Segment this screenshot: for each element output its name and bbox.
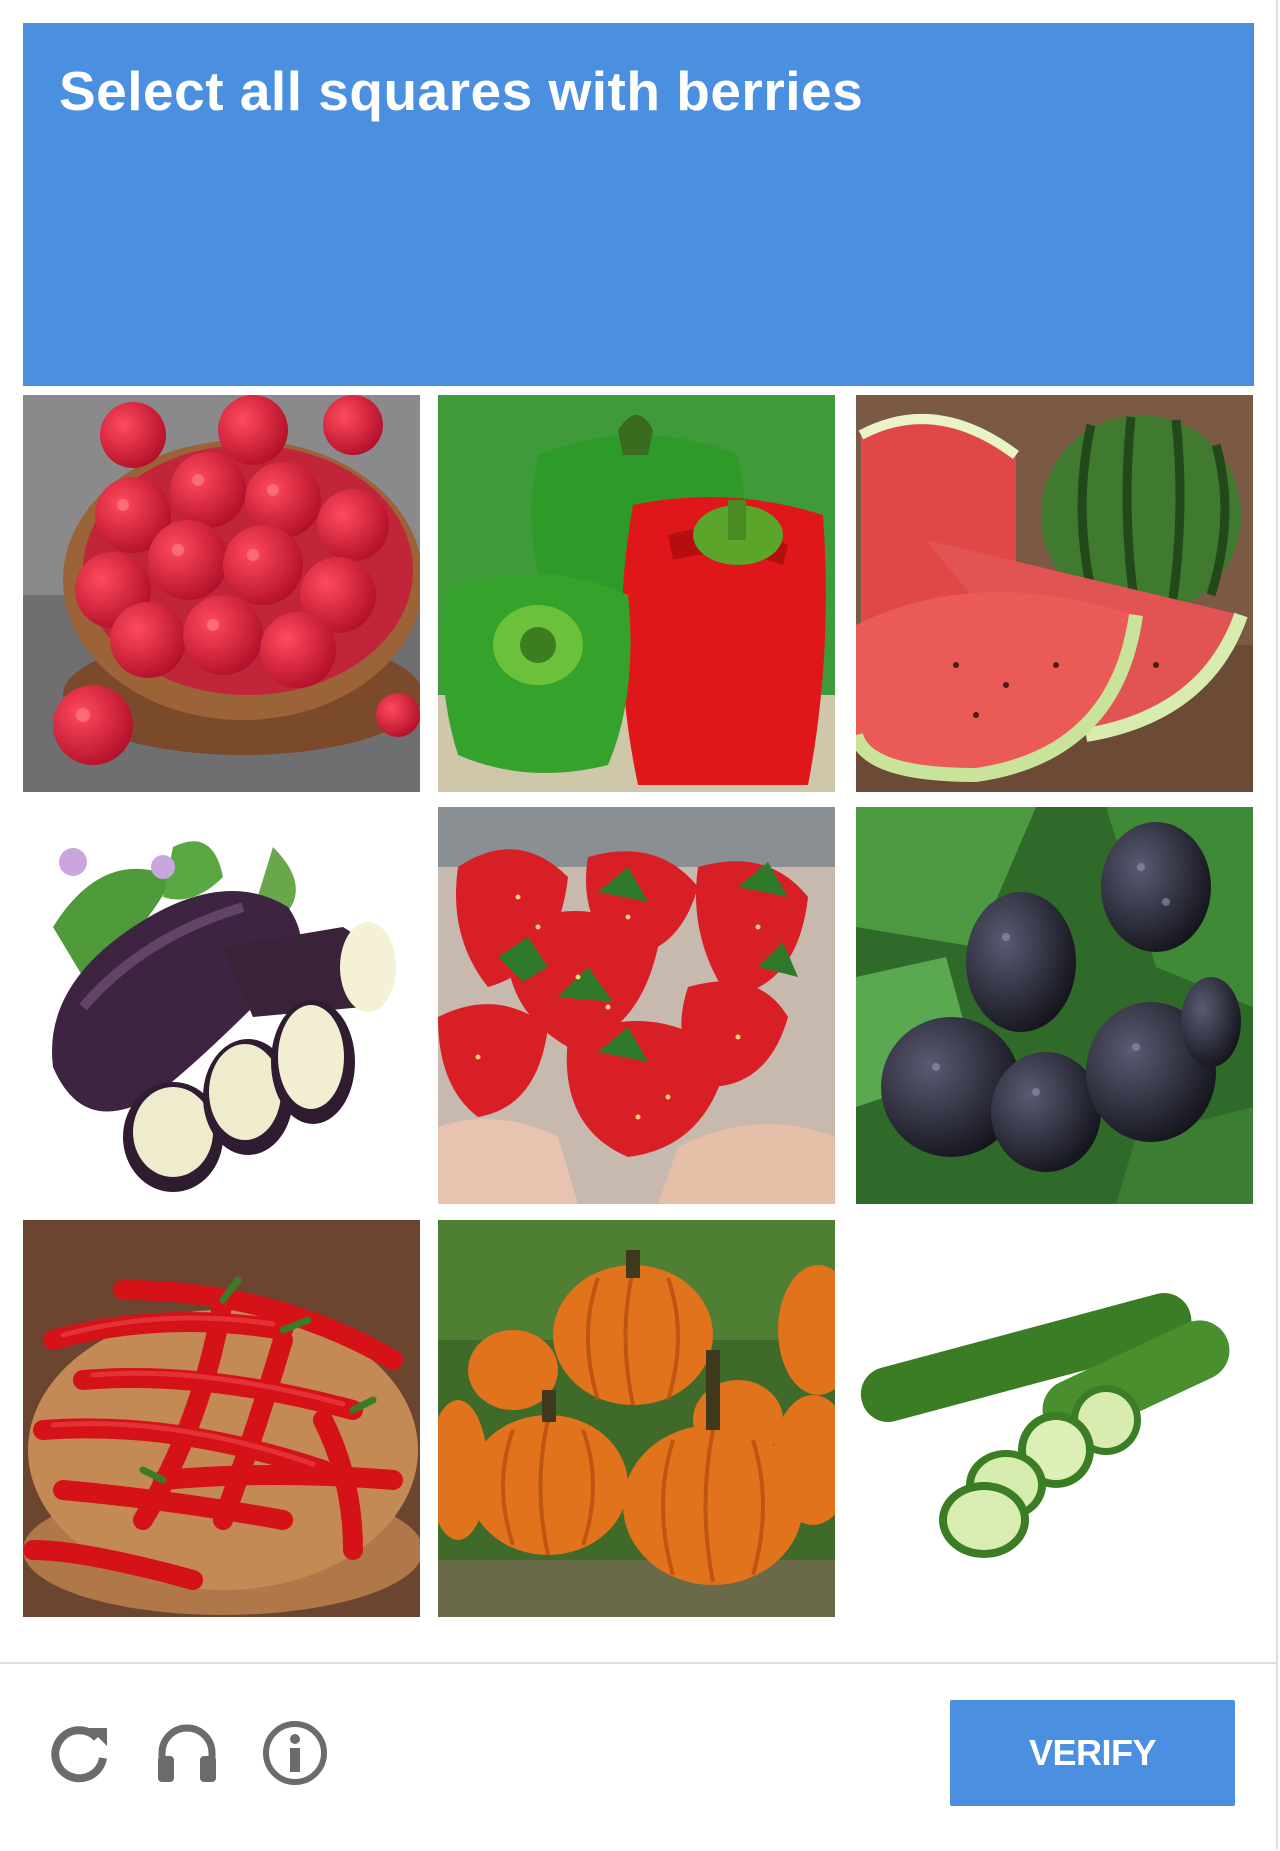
bell-peppers-image: [438, 395, 835, 792]
tile-bell-peppers[interactable]: [438, 395, 835, 792]
tile-chili-peppers[interactable]: [23, 1220, 420, 1617]
eggplant-image: [23, 807, 420, 1204]
verify-button[interactable]: VERIFY: [950, 1700, 1235, 1806]
pumpkins-image: [438, 1220, 835, 1617]
strawberries-image: [438, 807, 835, 1204]
blackberries-image: [856, 807, 1253, 1204]
reload-icon[interactable]: [45, 1718, 115, 1788]
captcha-frame: Select all squares with berries VERIFY: [0, 0, 1278, 1849]
tile-blackberries[interactable]: [856, 807, 1253, 1204]
challenge-instruction: Select all squares with berries: [59, 60, 864, 122]
challenge-header: Select all squares with berries: [23, 23, 1254, 386]
chili-peppers-image: [23, 1220, 420, 1617]
tile-raspberries[interactable]: [23, 395, 420, 792]
headphones-icon[interactable]: [152, 1718, 222, 1788]
cucumbers-image: [856, 1220, 1253, 1617]
tile-watermelon[interactable]: [856, 395, 1253, 792]
tile-pumpkins[interactable]: [438, 1220, 835, 1617]
tile-eggplant[interactable]: [23, 807, 420, 1204]
tile-cucumbers[interactable]: [856, 1220, 1253, 1617]
watermelon-image: [856, 395, 1253, 792]
footer-divider: [0, 1662, 1276, 1664]
tile-strawberries[interactable]: [438, 807, 835, 1204]
raspberries-image: [23, 395, 420, 792]
info-icon[interactable]: [260, 1718, 330, 1788]
